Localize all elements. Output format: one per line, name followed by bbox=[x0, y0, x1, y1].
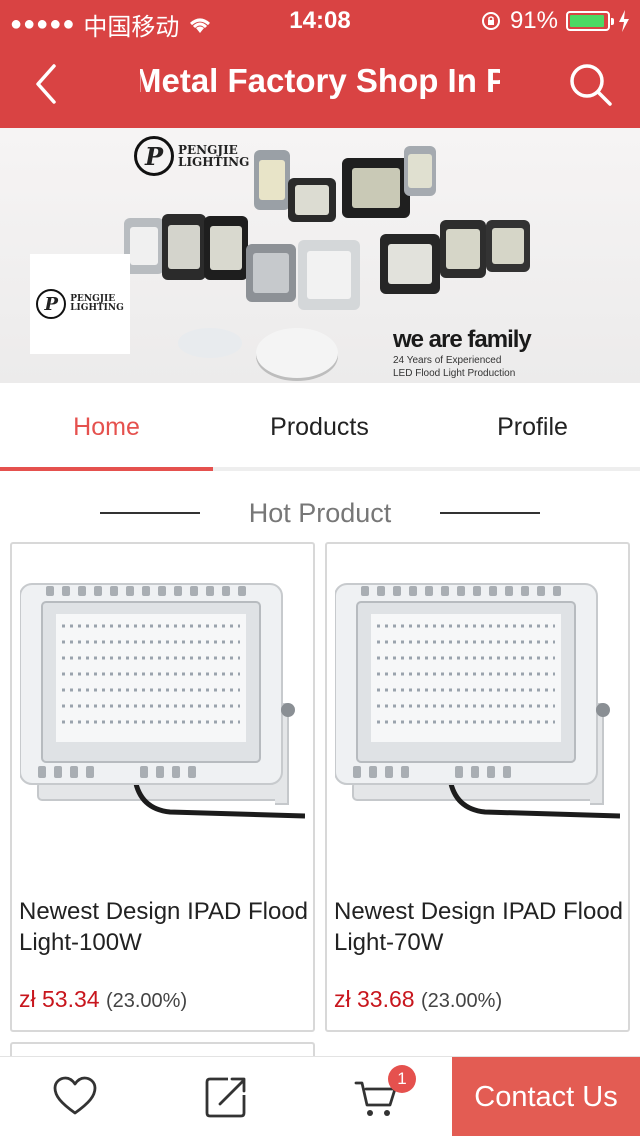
product-card[interactable]: Newest Design IPAD Flood Light-100W zł 5… bbox=[10, 542, 315, 1032]
lamp-illustration bbox=[254, 150, 290, 210]
battery-percent: 91% bbox=[509, 7, 558, 34]
cart-count-badge: 1 bbox=[388, 1065, 416, 1093]
shop-logo: P PENGJIE LIGHTING bbox=[30, 254, 130, 354]
back-icon[interactable] bbox=[28, 60, 68, 108]
lamp-illustration bbox=[404, 146, 436, 196]
tab-home[interactable]: Home bbox=[0, 383, 213, 471]
charging-icon bbox=[619, 10, 629, 32]
lamp-illustration bbox=[486, 220, 530, 272]
lamp-illustration bbox=[288, 178, 336, 222]
product-image bbox=[20, 583, 305, 819]
search-icon[interactable] bbox=[566, 60, 614, 108]
lamp-illustration bbox=[256, 328, 338, 378]
lamp-illustration bbox=[178, 328, 242, 358]
section-title: Hot Product bbox=[248, 497, 392, 528]
brand-mark-icon: P bbox=[134, 136, 174, 176]
product-name[interactable]: Newest Design IPAD Flood Light-70W bbox=[334, 896, 624, 958]
share-icon[interactable] bbox=[202, 1073, 250, 1121]
lamp-illustration bbox=[440, 220, 486, 278]
banner-brand-logo: P PENGJIE LIGHTING bbox=[134, 136, 249, 176]
product-discount: (23.00%) bbox=[420, 990, 503, 1012]
lamp-illustration bbox=[298, 240, 360, 310]
lamp-illustration bbox=[380, 234, 440, 294]
lamp-illustration bbox=[246, 244, 296, 302]
tab-profile[interactable]: Profile bbox=[426, 383, 639, 471]
battery-icon bbox=[566, 11, 614, 31]
status-right: 91% bbox=[480, 7, 630, 35]
tab-active-indicator bbox=[0, 467, 213, 471]
lamp-illustration bbox=[124, 218, 164, 274]
product-name[interactable]: Newest Design IPAD Flood Light-100W bbox=[19, 896, 309, 958]
shop-banner: P PENGJIE LIGHTING we are family 24 Year… bbox=[0, 128, 640, 383]
lamp-illustration bbox=[162, 214, 206, 280]
product-price: zł 33.68 (23.00%) bbox=[334, 986, 503, 1012]
shop-tabs: Home Products Profile bbox=[0, 383, 640, 471]
rotation-lock-icon bbox=[481, 12, 500, 30]
heart-icon[interactable] bbox=[51, 1073, 99, 1121]
tab-products[interactable]: Products bbox=[213, 383, 426, 471]
lamp-illustration bbox=[342, 158, 410, 218]
shop-logo-brand: P PENGJIE LIGHTING bbox=[36, 289, 124, 319]
product-image bbox=[335, 583, 620, 819]
contact-us-button[interactable]: Contact Us bbox=[452, 1057, 640, 1136]
product-price: zł 53.34 (23.00%) bbox=[19, 986, 188, 1012]
section-divider-right bbox=[440, 512, 540, 514]
lamp-illustration bbox=[204, 216, 248, 280]
nav-header: Metal Factory Shop In Poland bbox=[0, 40, 640, 128]
page-title: Metal Factory Shop In Poland bbox=[140, 62, 500, 99]
product-discount: (23.00%) bbox=[105, 990, 188, 1012]
brand-mark-icon: P bbox=[36, 289, 67, 319]
bottom-action-bar: 1 Contact Us bbox=[0, 1056, 640, 1136]
top-bar: ●●●●● 中国移动 14:08 91% Metal Factory Shop … bbox=[0, 0, 640, 128]
status-bar: ●●●●● 中国移动 14:08 91% bbox=[0, 0, 640, 41]
banner-tagline: we are family 24 Years of Experienced LE… bbox=[393, 326, 532, 379]
product-card[interactable]: Newest Design IPAD Flood Light-70W zł 33… bbox=[325, 542, 630, 1032]
